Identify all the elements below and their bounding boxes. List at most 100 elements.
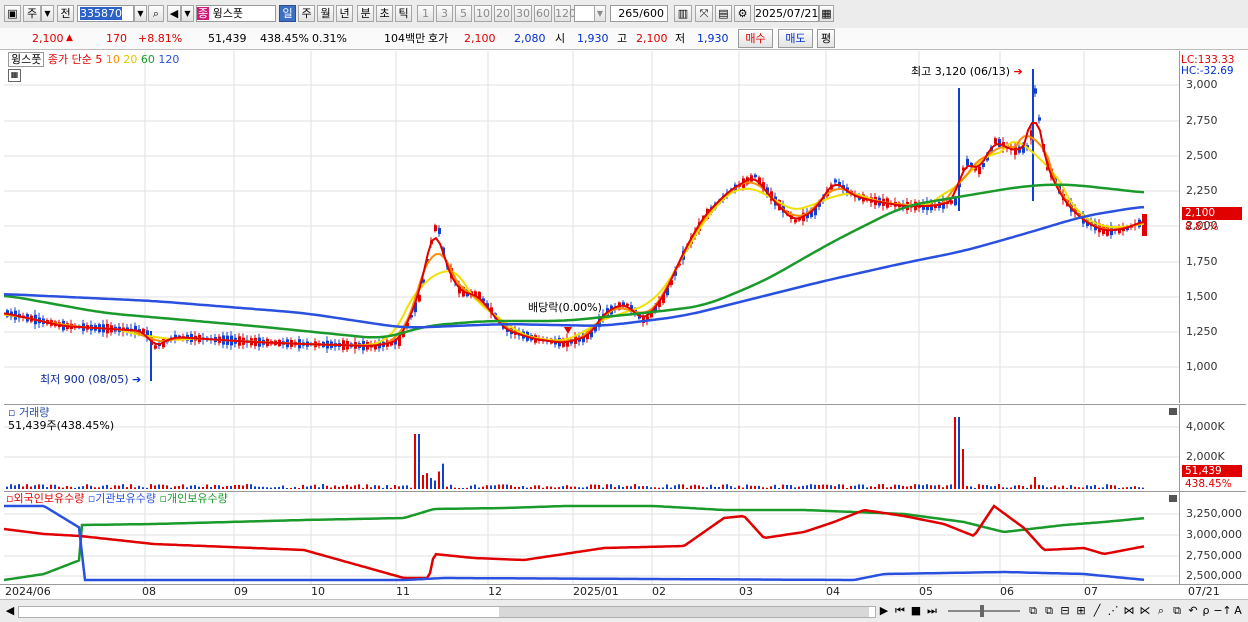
holding-pane[interactable]: ▫외국인보유수량 ▫기관보유수량 ▫개인보유수량 <box>4 491 1179 585</box>
change-pct: +8.81% <box>138 32 183 45</box>
volume-bar <box>1098 487 1100 489</box>
volume-bar <box>1054 485 1056 489</box>
volume-bar <box>910 485 912 489</box>
layout-icon[interactable]: ▣ <box>4 5 21 22</box>
date-input[interactable]: 2025/07/21 <box>754 5 819 22</box>
forward-icon[interactable]: ⏭ <box>925 603 939 619</box>
settings-icon[interactable]: ⚙ <box>734 5 751 22</box>
chart-tool-icon[interactable]: ⧉ <box>1026 603 1040 619</box>
interval-3[interactable]: 3 <box>436 5 453 22</box>
chart-tool-icon[interactable]: ⧉ <box>1042 603 1056 619</box>
draw-tool-icon[interactable]: ⧉ <box>1170 603 1184 619</box>
volume-bar <box>14 485 16 489</box>
text-tool-icon[interactable]: A <box>1232 603 1244 619</box>
rewind-icon[interactable]: ⏮ <box>893 603 907 619</box>
x-tick: 05 <box>919 585 933 598</box>
volume-pane[interactable]: ▫ 거래량 51,439주(438.45%) <box>4 404 1179 491</box>
volume-bar <box>682 484 684 489</box>
draw-tool-icon[interactable]: ⋉ <box>1138 603 1152 619</box>
volume-bar <box>254 486 256 489</box>
close-pane-icon[interactable] <box>1169 408 1177 415</box>
draw-line-icon[interactable]: ⋰ <box>1106 603 1120 619</box>
calendar-icon[interactable]: ▦ <box>819 5 834 22</box>
volume-bar <box>210 487 212 489</box>
code-dropdown-icon[interactable]: ▼ <box>134 5 147 22</box>
speaker-dropdown-icon[interactable]: ▼ <box>181 5 194 22</box>
x-tick: 07/21 <box>1188 585 1220 598</box>
volume-bar <box>398 486 400 489</box>
scroll-right-icon[interactable]: ▶ <box>878 603 890 619</box>
count-input[interactable]: 265/600 <box>610 5 668 22</box>
volume-bar <box>110 487 112 489</box>
scrollbar-track[interactable] <box>18 606 876 618</box>
volume-bar <box>722 484 724 489</box>
volume-bar <box>438 471 440 489</box>
volume-bar <box>642 486 644 489</box>
interval-20[interactable]: 20 <box>494 5 512 22</box>
volume-bar <box>470 485 472 489</box>
period-week[interactable]: 주 <box>298 5 315 22</box>
volume-bar <box>134 487 136 489</box>
interval-30[interactable]: 30 <box>514 5 532 22</box>
scroll-end-icon[interactable]: ↑ <box>1222 603 1232 619</box>
volume-bar <box>874 486 876 489</box>
scroll-left-icon[interactable]: ◀ <box>4 603 16 619</box>
sell-button[interactable]: 매도 <box>778 29 813 48</box>
volume-bar <box>678 484 680 489</box>
volume-bar <box>786 484 788 489</box>
period-tick[interactable]: 틱 <box>395 5 412 22</box>
chart-tool-icon[interactable]: ⊟ <box>1058 603 1072 619</box>
volume-bar <box>974 487 976 489</box>
volume-bar <box>930 485 932 489</box>
chart-tool-icon[interactable]: ⊞ <box>1074 603 1088 619</box>
zoom-slider[interactable] <box>948 605 1020 617</box>
buy-button[interactable]: 매수 <box>738 29 773 48</box>
interval-120[interactable]: 120 <box>554 5 576 22</box>
candle-type-icon[interactable]: ▥ <box>674 5 692 22</box>
volume-bar <box>374 485 376 489</box>
table-icon[interactable]: ▦ <box>8 69 21 82</box>
close-pane-icon[interactable] <box>1169 495 1177 502</box>
code-input[interactable]: 335870 <box>77 5 134 22</box>
eval-button[interactable]: 평 <box>817 29 835 48</box>
interval-60[interactable]: 60 <box>534 5 552 22</box>
period-year[interactable]: 년 <box>336 5 353 22</box>
volume-bar <box>338 486 340 489</box>
period-minute[interactable]: 분 <box>357 5 374 22</box>
market-select[interactable]: 주 <box>23 5 41 22</box>
interval-10[interactable]: 10 <box>474 5 492 22</box>
period-second[interactable]: 초 <box>376 5 393 22</box>
speaker-icon[interactable]: ◀ <box>167 5 181 22</box>
volume-bar <box>770 486 772 489</box>
zoom-icon[interactable]: ⌕ <box>1154 603 1168 619</box>
volume-bar <box>1002 487 1004 489</box>
interval-5[interactable]: 5 <box>455 5 472 22</box>
volume-bar <box>846 487 848 489</box>
x-tick: 2025/01 <box>573 585 619 598</box>
save-icon[interactable]: ▤ <box>715 5 732 22</box>
price-chart-pane[interactable]: 윙스풋 종가 단순 5 10 20 60 120 ▦ 최고 3,120 (06/… <box>4 51 1179 403</box>
draw-line-icon[interactable]: ╱ <box>1090 603 1104 619</box>
interval-custom-dropdown-icon[interactable]: ▼ <box>594 5 606 22</box>
interval-1[interactable]: 1 <box>417 5 434 22</box>
scrollbar-thumb[interactable] <box>499 607 869 617</box>
zoom-slider-handle[interactable] <box>980 605 984 617</box>
period-day[interactable]: 일 <box>279 5 296 22</box>
search-icon[interactable]: ⌕ <box>148 5 164 22</box>
price-chart[interactable] <box>4 51 1179 403</box>
holding-axis: 3,250,000 3,000,000 2,750,000 2,500,000 <box>1179 491 1246 585</box>
candle-body <box>966 158 969 166</box>
volume-chart[interactable] <box>4 405 1179 491</box>
period-month[interactable]: 월 <box>317 5 334 22</box>
crosshair-icon[interactable]: ⤧ <box>695 5 713 22</box>
zoom-in-icon[interactable]: ρ <box>1200 603 1212 619</box>
candle-body <box>418 295 421 302</box>
prev-button[interactable]: 전 <box>57 5 74 22</box>
stop-icon[interactable]: ■ <box>909 603 923 619</box>
volume-title: ▫ 거래량 <box>8 406 50 419</box>
undo-icon[interactable]: ↶ <box>1186 603 1200 619</box>
market-dropdown-icon[interactable]: ▼ <box>41 5 54 22</box>
stock-name-field[interactable]: 종 윙스풋 <box>196 5 276 22</box>
volume-bar <box>1046 487 1048 489</box>
draw-tool-icon[interactable]: ⋈ <box>1122 603 1136 619</box>
